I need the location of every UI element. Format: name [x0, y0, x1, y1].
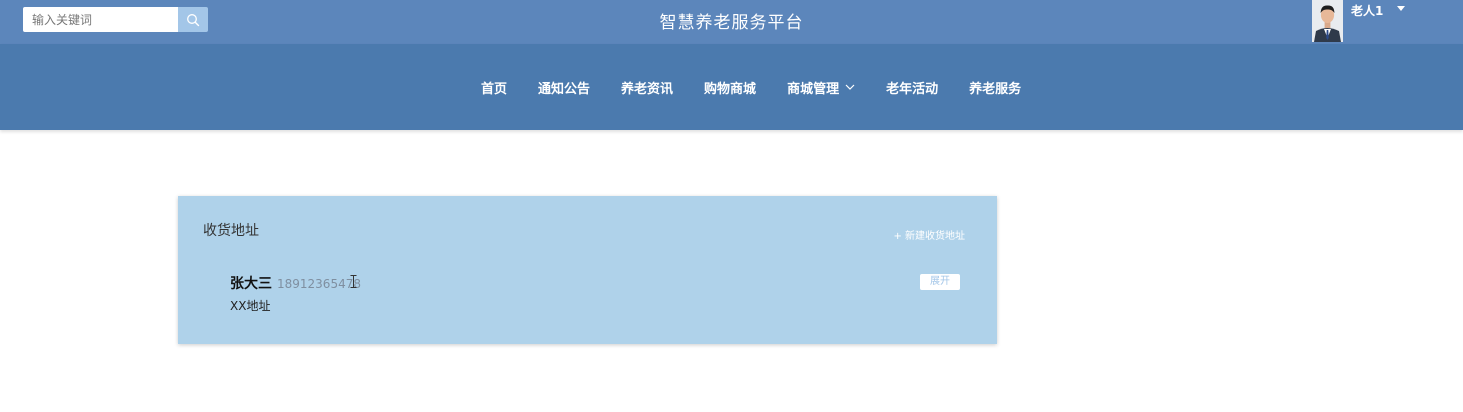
- nav-item-label: 养老服务: [969, 81, 1022, 97]
- address-text: XX地址: [230, 299, 271, 313]
- nav-item-label: 养老资讯: [621, 81, 674, 97]
- nav-item-elderly-news[interactable]: 养老资讯: [621, 78, 673, 97]
- nav-item-label: 老年活动: [886, 81, 939, 97]
- main-nav: 首页 通知公告 养老资讯 购物商城 商城管理 老年活动 养老服务: [0, 44, 1463, 130]
- chevron-down-icon: [845, 84, 855, 90]
- user-menu[interactable]: 老人1: [1312, 0, 1406, 42]
- top-bar: 智慧养老服务平台 老人1: [0, 0, 1463, 44]
- nav-item-mall-management[interactable]: 商城管理: [787, 78, 855, 97]
- site-title: 智慧养老服务平台: [659, 13, 804, 33]
- nav-item-home[interactable]: 首页: [481, 78, 507, 97]
- new-address-link[interactable]: + 新建收货地址: [893, 227, 965, 242]
- nav-item-label: 购物商城: [704, 81, 757, 97]
- address-card: 收货地址 + 新建收货地址 张大三 18912365478 XX地址 展开: [178, 196, 997, 344]
- nav-item-label: 首页: [481, 81, 508, 97]
- nav-item-senior-activities[interactable]: 老年活动: [886, 78, 938, 97]
- nav-item-label: 通知公告: [538, 81, 591, 97]
- address-contact: 张大三 18912365478: [230, 273, 361, 293]
- user-name[interactable]: 老人1: [1351, 2, 1383, 19]
- nav-item-shopping-mall[interactable]: 购物商城: [704, 78, 756, 97]
- nav-item-elderly-services[interactable]: 养老服务: [969, 78, 1021, 97]
- nav-list: 首页 通知公告 养老资讯 购物商城 商城管理 老年活动 养老服务: [481, 44, 1021, 130]
- contact-name: 张大三: [230, 276, 272, 292]
- nav-item-notices[interactable]: 通知公告: [538, 78, 590, 97]
- avatar[interactable]: [1312, 0, 1343, 42]
- user-caret-icon[interactable]: [1397, 6, 1406, 11]
- address-card-title: 收货地址: [203, 223, 259, 239]
- text-cursor-icon: [350, 275, 357, 288]
- expand-button[interactable]: 展开: [920, 274, 960, 290]
- nav-item-label: 商城管理: [787, 81, 840, 97]
- contact-phone: 18912365478: [277, 277, 361, 291]
